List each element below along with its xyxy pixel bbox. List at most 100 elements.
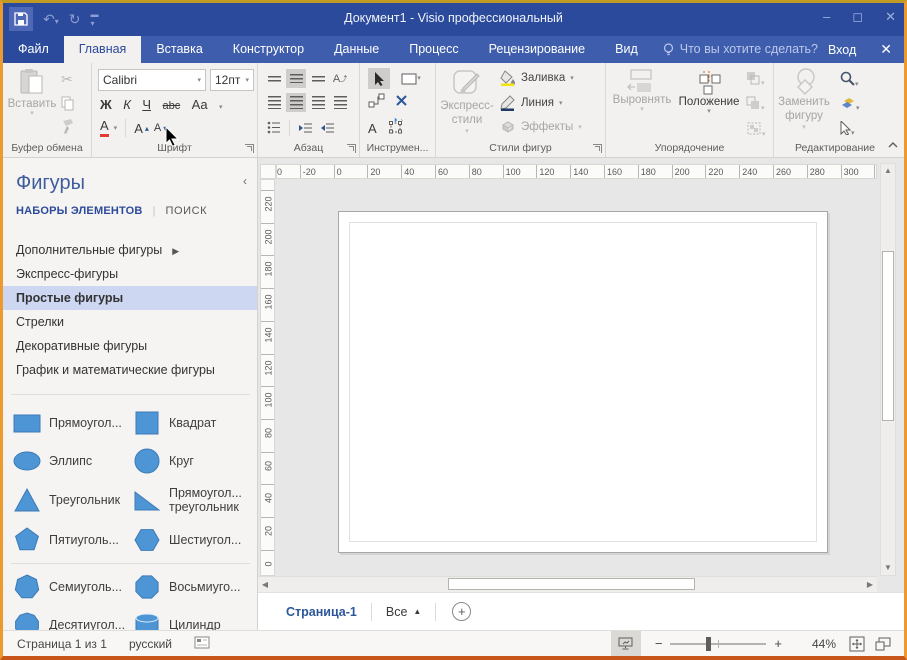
connector-tool-button[interactable] [368, 93, 385, 113]
all-pages-button[interactable]: Все ▲ [386, 605, 421, 619]
tab-Данные[interactable]: Данные [319, 36, 394, 63]
tab-search[interactable]: ПОИСК [165, 205, 207, 217]
grow-font-button[interactable]: А [134, 121, 143, 136]
align-left-button[interactable] [264, 93, 284, 112]
close-document-icon[interactable]: ✕ [880, 41, 892, 58]
horizontal-scrollbar[interactable]: ◀ ▶ [258, 576, 877, 592]
switch-windows-button[interactable] [870, 631, 896, 657]
send-backward-button[interactable]: ▾ [746, 96, 765, 115]
shape-heptagon[interactable]: Семиуголь... [3, 568, 123, 606]
stencil-item[interactable]: Дополнительные фигуры▶ [3, 238, 258, 262]
horizontal-scroll-thumb[interactable] [448, 578, 695, 590]
tab-Вид[interactable]: Вид [600, 36, 653, 63]
vertical-scrollbar[interactable]: ▲ ▼ [880, 163, 896, 576]
shape-octagon[interactable]: Восьмиуго... [123, 568, 243, 606]
stencil-item[interactable]: Простые фигуры [3, 286, 258, 310]
text-direction-button[interactable]: А⤴ [330, 69, 350, 88]
zoom-out-button[interactable]: − [647, 636, 671, 651]
shape-ellipse[interactable]: Эллипс [3, 442, 123, 480]
minimize-button[interactable]: – [823, 9, 830, 25]
bring-forward-button[interactable]: ▾ [746, 71, 765, 90]
cut-button[interactable]: ✂ [61, 71, 73, 89]
effects-button[interactable]: Эффекты ▾ [500, 120, 582, 134]
undo-button[interactable]: ↶▾ [43, 11, 59, 28]
page-tab[interactable]: Страница-1 [286, 605, 357, 619]
group-shapes-button[interactable]: ▾ [746, 121, 766, 141]
text-tool-button[interactable]: А [368, 121, 377, 136]
shape-rectangle[interactable]: Прямоугол... [3, 404, 123, 442]
shape-hexagon[interactable]: Шестиугол... [123, 521, 243, 559]
font-family-combobox[interactable]: Calibri▾ [98, 69, 206, 91]
bold-button[interactable]: Ж [100, 97, 112, 112]
fill-button[interactable]: Заливка ▾ [500, 70, 574, 86]
decrease-indent-button[interactable] [295, 118, 315, 137]
zoom-slider-track[interactable] [670, 643, 766, 645]
copy-button[interactable] [61, 96, 75, 116]
underline-button[interactable]: Ч [142, 97, 151, 112]
align-right-button[interactable] [308, 93, 328, 112]
tab-file[interactable]: Файл [3, 36, 64, 63]
tell-me-box[interactable]: Что вы хотите сделать? [653, 36, 828, 63]
add-page-button[interactable]: + [452, 602, 471, 621]
shape-triangle[interactable]: Треугольник [3, 480, 123, 521]
tab-Вставка[interactable]: Вставка [141, 36, 217, 63]
find-button[interactable]: ▾ [840, 71, 859, 91]
justify-button[interactable] [330, 93, 350, 112]
font-size-combobox[interactable]: 12пт▾ [210, 69, 254, 91]
collapse-panel-icon[interactable]: ‹ [243, 174, 247, 188]
replace-shape-button[interactable]: Заменить фигуру ▾ [776, 68, 832, 131]
align-center-button[interactable] [286, 93, 306, 112]
save-button[interactable] [9, 7, 33, 31]
pointer-tool-button[interactable] [368, 68, 390, 89]
tab-Конструктор[interactable]: Конструктор [218, 36, 319, 63]
redo-button[interactable]: ↻ [69, 11, 81, 28]
customize-qat-button[interactable]: ▬▾ [90, 10, 98, 28]
shape-pentagon[interactable]: Пятиуголь... [3, 521, 123, 559]
scroll-right-arrow[interactable]: ▶ [863, 578, 877, 592]
italic-button[interactable]: К [123, 97, 131, 112]
quick-styles-button[interactable]: Экспресс-стили ▾ [440, 68, 494, 135]
change-case-button[interactable]: Aa [192, 97, 208, 112]
drawing-page[interactable] [338, 211, 828, 553]
shape-cylinder[interactable]: Цилиндр [123, 606, 243, 630]
connection-point-tool-button[interactable] [395, 94, 408, 112]
scroll-left-arrow[interactable]: ◀ [258, 578, 272, 592]
shape-right-triangle[interactable]: Прямоугол... треугольник [123, 480, 243, 521]
font-color-button[interactable]: А [100, 119, 109, 136]
language-status[interactable]: русский [129, 637, 172, 651]
macros-button[interactable] [194, 636, 210, 652]
scroll-up-arrow[interactable]: ▲ [881, 164, 895, 178]
position-button[interactable]: Положение ▾ [676, 68, 742, 115]
stencil-item[interactable]: Декоративные фигуры [3, 334, 258, 358]
align-bottom-button[interactable] [308, 69, 328, 88]
stencil-item[interactable]: Экспресс-фигуры [3, 262, 258, 286]
strikethrough-button[interactable]: abc [162, 100, 180, 112]
paste-button[interactable]: Вставить ▾ [9, 68, 55, 117]
zoom-percentage[interactable]: 44% [796, 637, 836, 651]
shape-square[interactable]: Квадрат [123, 404, 243, 442]
zoom-in-button[interactable]: + [766, 636, 790, 651]
vertical-scroll-thumb[interactable] [882, 251, 894, 421]
format-painter-button[interactable] [61, 119, 75, 139]
select-button[interactable]: ▾ [840, 121, 855, 140]
align-button[interactable]: Выровнять ▾ [612, 68, 672, 113]
collapse-ribbon-button[interactable] [888, 135, 898, 153]
maximize-button[interactable]: ◻ [852, 9, 863, 25]
close-button[interactable]: ✕ [885, 9, 896, 25]
fit-page-button[interactable] [844, 631, 870, 657]
sign-in-link[interactable]: Вход [828, 43, 856, 57]
line-button[interactable]: Линия ▾ [500, 95, 563, 111]
stencil-item[interactable]: Стрелки [3, 310, 258, 334]
layers-button[interactable]: ▾ [840, 96, 860, 115]
stencil-item[interactable]: График и математические фигуры [3, 358, 258, 382]
page-count-status[interactable]: Страница 1 из 1 [17, 637, 107, 651]
align-middle-button[interactable] [286, 69, 306, 88]
shape-decagon[interactable]: Десятиугол... [3, 606, 123, 630]
scroll-down-arrow[interactable]: ▼ [881, 561, 895, 575]
tab-Рецензирование[interactable]: Рецензирование [474, 36, 601, 63]
bullets-button[interactable] [264, 118, 284, 137]
rectangle-tool-button[interactable]: ▾ [396, 69, 426, 88]
shape-circle[interactable]: Круг [123, 442, 243, 480]
transform-tool-button[interactable] [387, 118, 404, 139]
zoom-slider-thumb[interactable] [706, 637, 711, 651]
